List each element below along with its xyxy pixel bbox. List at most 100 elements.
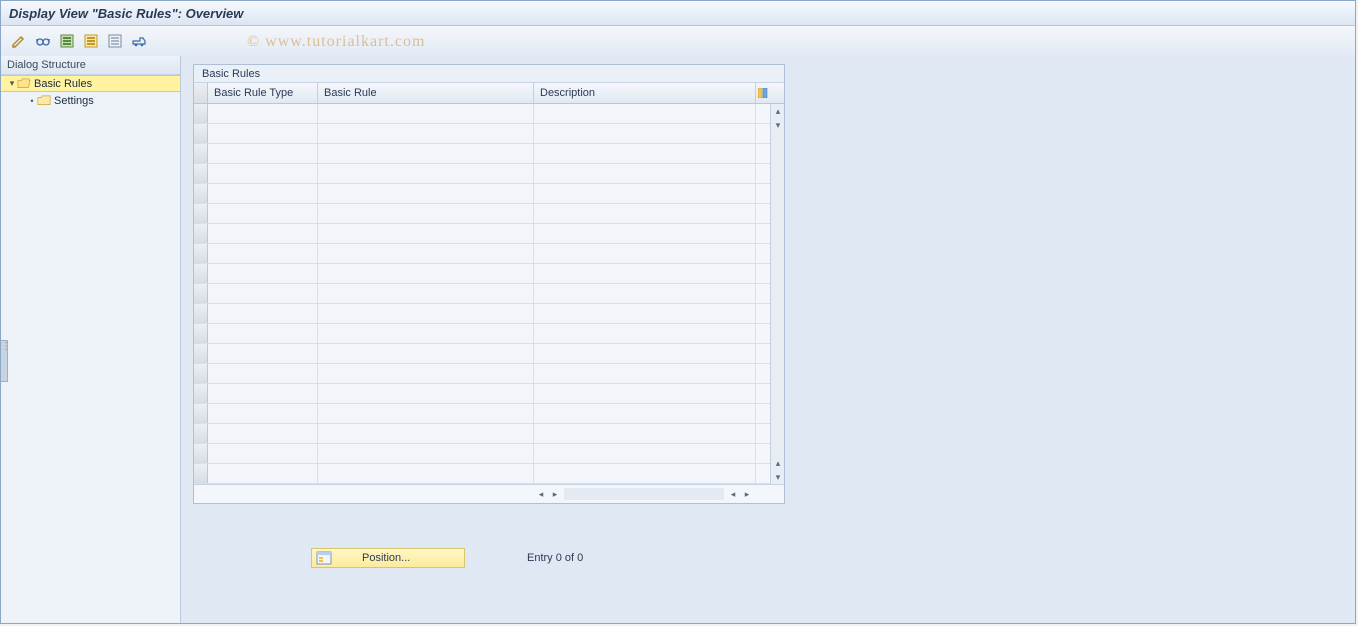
tree-node-settings[interactable]: • Settings [1,92,180,109]
row-selector[interactable] [194,144,208,163]
cell-basic-rule-type[interactable] [208,364,318,383]
row-selector[interactable] [194,244,208,263]
scroll-right-end-icon[interactable]: ▸ [740,487,754,501]
table-row[interactable] [194,204,770,224]
cell-description[interactable] [534,244,756,263]
cell-basic-rule[interactable] [318,164,534,183]
table-row[interactable] [194,164,770,184]
cell-basic-rule[interactable] [318,204,534,223]
scroll-track[interactable] [564,488,724,500]
column-header-description[interactable]: Description [534,83,756,103]
cell-basic-rule-type[interactable] [208,144,318,163]
table-row[interactable] [194,304,770,324]
cell-basic-rule-type[interactable] [208,164,318,183]
cell-basic-rule-type[interactable] [208,184,318,203]
cell-basic-rule-type[interactable] [208,384,318,403]
select-all-button[interactable] [57,31,77,51]
row-selector[interactable] [194,224,208,243]
position-button[interactable]: Position... [311,548,465,568]
table-row[interactable] [194,324,770,344]
cell-basic-rule-type[interactable] [208,424,318,443]
scroll-down-end-icon[interactable]: ▾ [771,470,785,484]
cell-description[interactable] [534,204,756,223]
cell-basic-rule[interactable] [318,444,534,463]
deselect-all-button[interactable] [105,31,125,51]
cell-basic-rule[interactable] [318,324,534,343]
cell-basic-rule[interactable] [318,264,534,283]
toggle-change-button[interactable] [9,31,29,51]
table-settings-button[interactable] [756,83,770,103]
cell-basic-rule[interactable] [318,104,534,123]
table-row[interactable] [194,224,770,244]
cell-description[interactable] [534,324,756,343]
cell-basic-rule[interactable] [318,124,534,143]
cell-basic-rule[interactable] [318,424,534,443]
tree-expand-icon[interactable]: ▾ [7,78,17,89]
row-selector[interactable] [194,284,208,303]
cell-basic-rule-type[interactable] [208,224,318,243]
table-row[interactable] [194,144,770,164]
cell-description[interactable] [534,104,756,123]
cell-basic-rule[interactable] [318,144,534,163]
cell-basic-rule[interactable] [318,284,534,303]
table-row[interactable] [194,264,770,284]
cell-description[interactable] [534,464,756,483]
table-row[interactable] [194,444,770,464]
transport-button[interactable] [129,31,149,51]
cell-basic-rule-type[interactable] [208,444,318,463]
detail-view-button[interactable] [33,31,53,51]
vertical-scrollbar[interactable]: ▴ ▾ ▴ ▾ [770,104,784,484]
cell-basic-rule[interactable] [318,364,534,383]
cell-description[interactable] [534,264,756,283]
cell-basic-rule-type[interactable] [208,244,318,263]
cell-description[interactable] [534,364,756,383]
cell-basic-rule[interactable] [318,404,534,423]
column-header-basic-rule[interactable]: Basic Rule [318,83,534,103]
scroll-left-icon[interactable]: ▸ [548,487,562,501]
cell-basic-rule[interactable] [318,244,534,263]
cell-basic-rule-type[interactable] [208,404,318,423]
table-row[interactable] [194,244,770,264]
row-selector[interactable] [194,364,208,383]
sidebar-resize-handle[interactable] [1,340,8,382]
cell-basic-rule-type[interactable] [208,124,318,143]
row-selector[interactable] [194,104,208,123]
row-selector[interactable] [194,124,208,143]
cell-basic-rule[interactable] [318,384,534,403]
cell-description[interactable] [534,164,756,183]
cell-description[interactable] [534,144,756,163]
table-row[interactable] [194,184,770,204]
scroll-down-icon[interactable]: ▴ [771,456,785,470]
table-row[interactable] [194,404,770,424]
cell-basic-rule-type[interactable] [208,204,318,223]
cell-basic-rule[interactable] [318,344,534,363]
cell-basic-rule-type[interactable] [208,464,318,483]
cell-basic-rule-type[interactable] [208,304,318,323]
table-row[interactable] [194,384,770,404]
row-selector[interactable] [194,324,208,343]
table-row[interactable] [194,424,770,444]
row-selector[interactable] [194,164,208,183]
scroll-right-icon[interactable]: ◂ [726,487,740,501]
scroll-left-start-icon[interactable]: ◂ [534,487,548,501]
cell-basic-rule-type[interactable] [208,104,318,123]
cell-basic-rule-type[interactable] [208,324,318,343]
table-row[interactable] [194,104,770,124]
cell-basic-rule-type[interactable] [208,264,318,283]
row-selector[interactable] [194,184,208,203]
cell-description[interactable] [534,304,756,323]
scroll-up-start-icon[interactable]: ▴ [771,104,785,118]
table-row[interactable] [194,344,770,364]
row-selector[interactable] [194,344,208,363]
row-selector[interactable] [194,464,208,483]
cell-basic-rule[interactable] [318,184,534,203]
row-selector[interactable] [194,264,208,283]
cell-description[interactable] [534,284,756,303]
cell-description[interactable] [534,124,756,143]
table-row[interactable] [194,284,770,304]
column-header-basic-rule-type[interactable]: Basic Rule Type [208,83,318,103]
tree-node-basic-rules[interactable]: ▾ Basic Rules [1,75,180,92]
row-selector[interactable] [194,444,208,463]
cell-basic-rule-type[interactable] [208,284,318,303]
cell-description[interactable] [534,224,756,243]
